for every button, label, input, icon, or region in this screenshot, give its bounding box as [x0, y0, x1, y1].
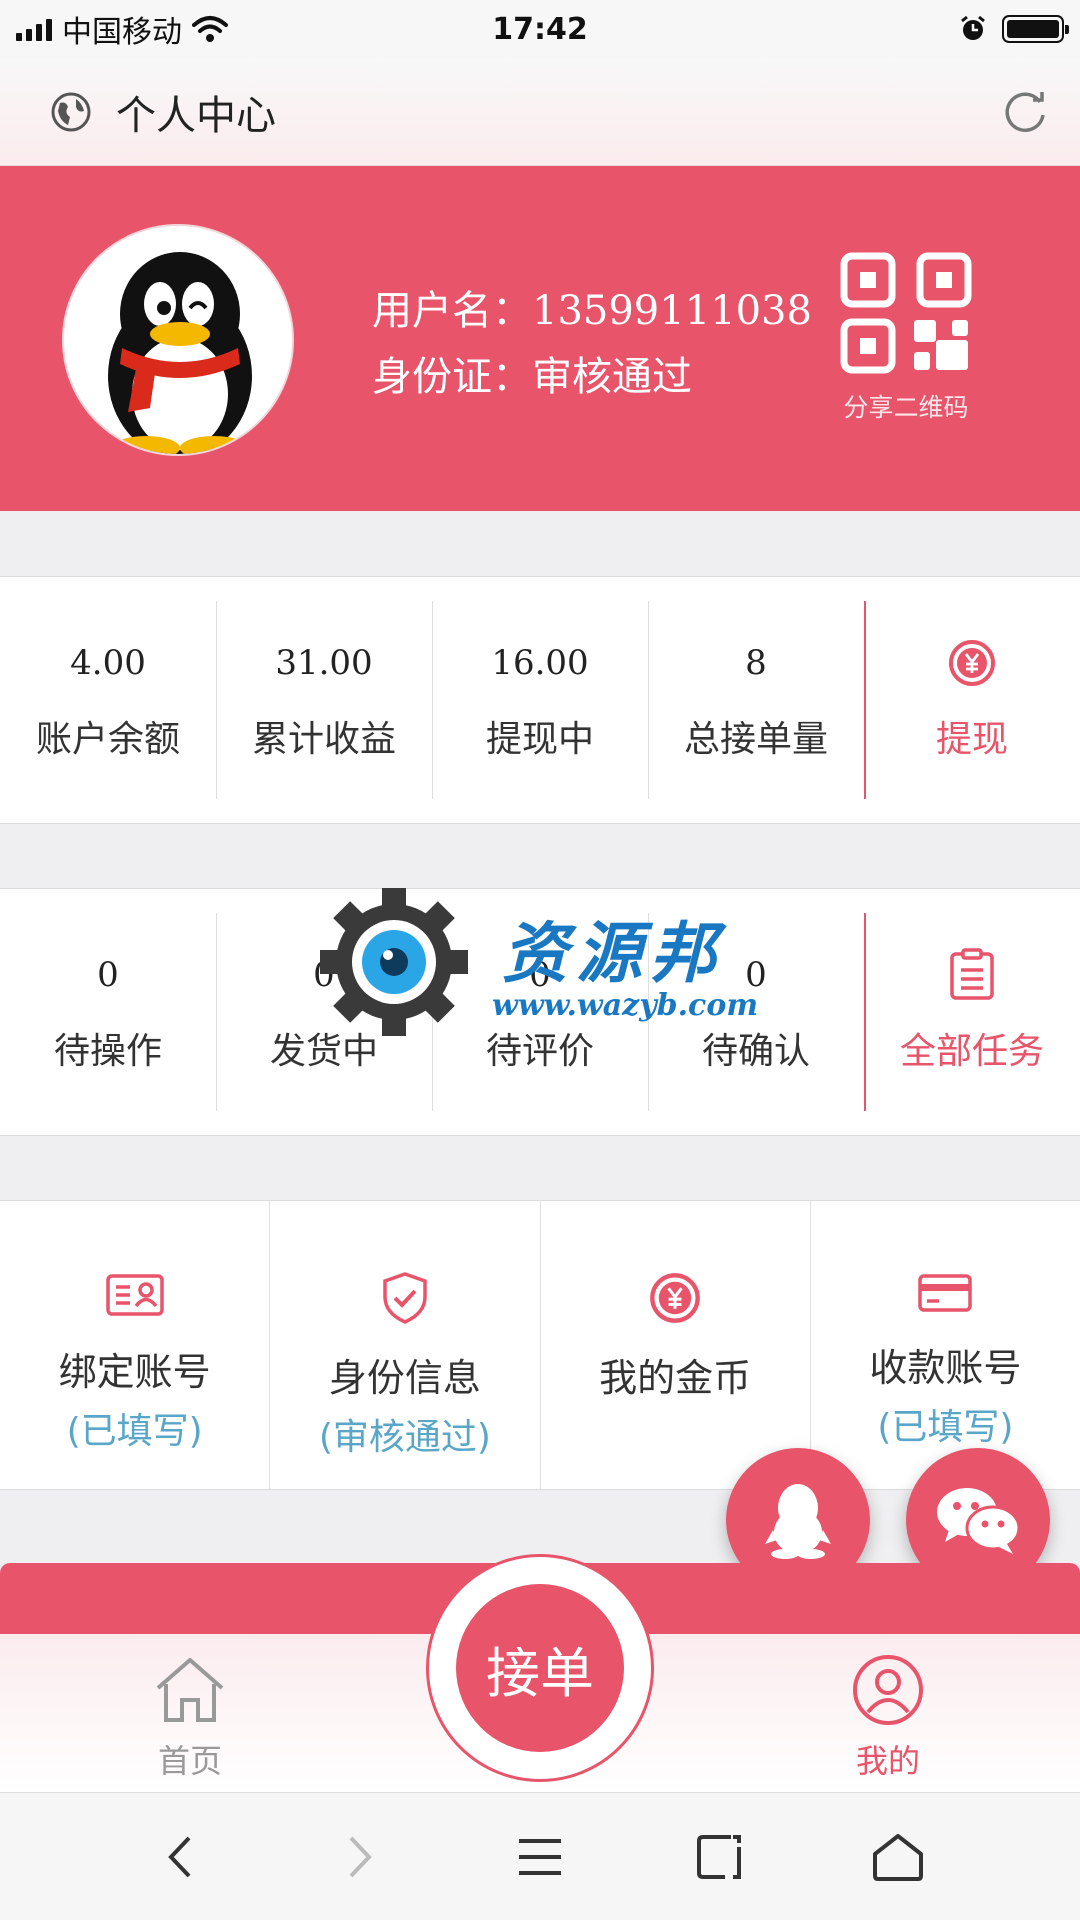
tools-grid: 绑定账号 (已填写) 身份信息 (审核通过) 我的金币 收款账号 (已填写)	[0, 1200, 1080, 1490]
stat-value: 0	[529, 955, 551, 995]
menu-button[interactable]	[510, 1827, 570, 1887]
tool-status: (已填写)	[66, 1411, 203, 1452]
tool-label: 绑定账号	[58, 1350, 211, 1394]
stat-total-income[interactable]: 31.00 累计收益	[216, 577, 432, 823]
menu-icon	[519, 1839, 561, 1875]
qr-label: 分享二维码	[843, 393, 969, 422]
wifi-icon	[192, 16, 228, 42]
take-order-label: 接单	[456, 1584, 624, 1752]
share-qr-button[interactable]: 分享二维码	[826, 252, 986, 424]
status-bar: 中国移动 17:42	[0, 0, 1080, 58]
withdraw-button[interactable]: 提现	[864, 577, 1080, 823]
tab-mine[interactable]: 我的	[808, 1654, 968, 1782]
user-profile-icon	[853, 1655, 923, 1725]
penguin-avatar-icon	[108, 252, 252, 454]
payment-account-button[interactable]: 收款账号 (已填写)	[809, 1201, 1080, 1489]
id-label: 身份证：	[372, 354, 532, 400]
stat-withdrawing[interactable]: 16.00 提现中	[432, 577, 648, 823]
credit-card-icon	[918, 1274, 973, 1312]
tool-status: (审核通过)	[318, 1417, 491, 1458]
bind-account-button[interactable]: 绑定账号 (已填写)	[0, 1201, 269, 1489]
clipboard-icon	[950, 948, 994, 1000]
back-button[interactable]	[150, 1827, 210, 1887]
id-line: 身份证：审核通过	[372, 344, 812, 410]
home-page-button[interactable]	[868, 1827, 928, 1887]
finance-stats: 4.00 账户余额 31.00 累计收益 16.00 提现中 8 总接单量 提现	[0, 576, 1080, 824]
id-status: 审核通过	[532, 354, 692, 400]
username-value: 13599111038	[532, 288, 812, 334]
title-bar: 个人中心	[0, 58, 1080, 166]
stat-value: 8	[745, 643, 767, 683]
chevron-left-icon	[168, 1836, 191, 1878]
stat-value: 0	[745, 955, 767, 995]
stat-value: 0	[313, 955, 335, 995]
stat-label: 总接单量	[683, 719, 828, 760]
tool-label: 我的金币	[599, 1356, 752, 1400]
stat-label: 待评价	[485, 1031, 594, 1072]
avatar[interactable]	[62, 224, 294, 456]
tool-status: (已填写)	[877, 1407, 1014, 1448]
carrier-name: 中国移动	[62, 15, 182, 50]
stat-value: 16.00	[491, 643, 589, 683]
house-outline-icon	[873, 1834, 923, 1881]
refresh-icon[interactable]	[1000, 88, 1050, 138]
task-shipping[interactable]: 0 发货中	[216, 889, 432, 1135]
id-card-icon	[105, 1274, 164, 1316]
stat-label: 累计收益	[251, 719, 396, 760]
stat-label: 待操作	[53, 1031, 162, 1072]
my-coins-button[interactable]: 我的金币	[539, 1201, 810, 1489]
qq-penguin-icon	[765, 1484, 831, 1559]
chevron-right-icon	[349, 1836, 372, 1878]
task-stats: 0 待操作 0 发货中 0 待评价 0 待确认 全部任务	[0, 888, 1080, 1136]
stat-label: 提现中	[485, 719, 594, 760]
tab-home[interactable]: 首页	[110, 1654, 270, 1782]
tabs-icon	[697, 1835, 741, 1879]
stat-value: 0	[97, 955, 119, 995]
alarm-icon	[961, 15, 985, 40]
page-title: 个人中心	[116, 92, 276, 139]
forward-button[interactable]	[330, 1827, 390, 1887]
stat-balance[interactable]: 4.00 账户余额	[0, 577, 216, 823]
task-pending-review[interactable]: 0 待评价	[432, 889, 648, 1135]
take-order-button[interactable]: 接单	[426, 1554, 654, 1782]
withdraw-label: 提现	[935, 719, 1008, 760]
username-label: 用户名：	[372, 288, 532, 334]
stat-label: 发货中	[269, 1031, 378, 1072]
tool-label: 身份信息	[328, 1356, 481, 1400]
tool-label: 收款账号	[869, 1346, 1022, 1390]
tab-label: 我的	[855, 1742, 920, 1780]
profile-banner: 用户名：13599111038 身份证：审核通过 分享二维码	[0, 166, 1080, 511]
qr-code-icon	[840, 252, 972, 374]
home-icon	[156, 1658, 224, 1722]
tab-label: 首页	[157, 1742, 222, 1780]
username-line: 用户名：13599111038	[372, 278, 812, 344]
stat-label: 待确认	[701, 1031, 810, 1072]
yen-coin-icon	[949, 640, 995, 686]
identity-info-button[interactable]: 身份信息 (审核通过)	[269, 1201, 539, 1489]
signal-icon	[16, 17, 52, 41]
shield-check-icon	[383, 1272, 427, 1324]
stat-value: 4.00	[70, 643, 146, 683]
browser-toolbar	[0, 1792, 1080, 1920]
globe-icon	[51, 92, 91, 131]
yen-coin-icon	[650, 1273, 700, 1323]
tabs-button[interactable]	[690, 1827, 750, 1887]
all-tasks-label: 全部任务	[899, 1031, 1044, 1072]
task-pending-confirm[interactable]: 0 待确认	[648, 889, 864, 1135]
stat-order-count[interactable]: 8 总接单量	[648, 577, 864, 823]
wechat-icon	[937, 1488, 1021, 1554]
stat-label: 账户余额	[35, 719, 180, 760]
task-pending-operation[interactable]: 0 待操作	[0, 889, 216, 1135]
stat-value: 31.00	[275, 643, 373, 683]
all-tasks-button[interactable]: 全部任务	[864, 889, 1080, 1135]
battery-icon	[1002, 15, 1069, 43]
